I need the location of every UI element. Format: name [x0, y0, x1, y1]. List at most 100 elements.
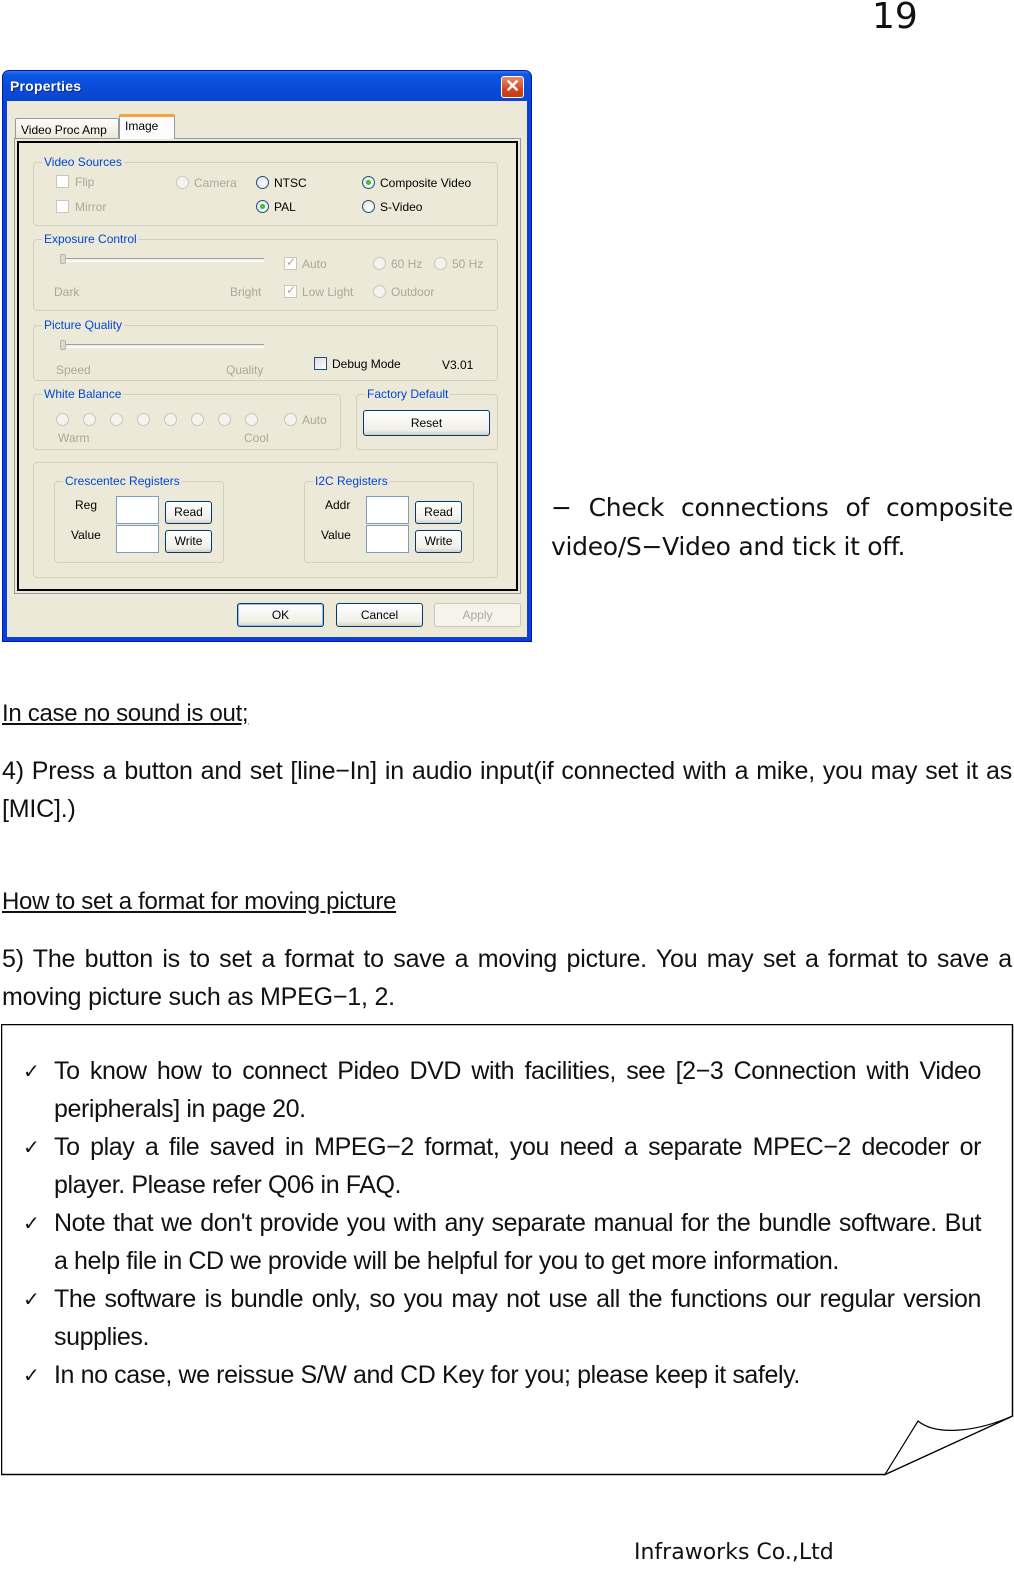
- 60hz-label: 60 Hz: [391, 257, 423, 271]
- i2c-registers-group: I2C Registers Addr Value Read Write: [304, 474, 474, 563]
- note-item: ✓ In no case, we reissue S/W and CD Key f…: [23, 1356, 981, 1394]
- crescentec-registers-label: Crescentec Registers: [63, 474, 182, 488]
- addr-label: Addr: [325, 498, 351, 512]
- note-item: ✓ To play a file saved in MPEG−2 format, …: [23, 1128, 981, 1204]
- dialog-client: Video Proc Amp Image Video Sources Flip …: [7, 101, 527, 637]
- dialog-titlebar[interactable]: Properties ✕: [3, 71, 531, 101]
- composite-video-radio[interactable]: [362, 176, 375, 189]
- checkmark-icon: ✓: [23, 1135, 40, 1159]
- close-button[interactable]: ✕: [501, 76, 524, 98]
- cool-label: Cool: [244, 431, 269, 445]
- factory-default-label: Factory Default: [365, 387, 451, 401]
- outdoor-label: Outdoor: [391, 285, 435, 299]
- camera-label: Camera: [194, 176, 237, 190]
- outdoor-radio[interactable]: [373, 285, 386, 298]
- crescentec-value-label: Value: [71, 528, 101, 542]
- reset-button[interactable]: Reset: [363, 410, 490, 436]
- note-text: In no case, we reissue S/W and CD Key fo…: [54, 1361, 800, 1389]
- exposure-control-group: Exposure Control Dark Bright ✓ Auto ✓ Lo…: [33, 232, 498, 311]
- flip-label: Flip: [75, 175, 95, 189]
- crescentec-value-input[interactable]: [116, 525, 159, 553]
- note-text: To know how to connect Pideo DVD with fa…: [54, 1057, 981, 1123]
- pal-radio[interactable]: [256, 200, 269, 213]
- apply-button[interactable]: Apply: [434, 603, 521, 627]
- exposure-control-label: Exposure Control: [42, 232, 139, 246]
- 50hz-radio[interactable]: [434, 257, 447, 270]
- debug-mode-checkbox[interactable]: [314, 357, 327, 370]
- picture-quality-group: Picture Quality Speed Quality Debug Mode…: [33, 318, 498, 381]
- note-item: ✓ The software is bundle only, so you may…: [23, 1280, 981, 1356]
- white-balance-level-radio[interactable]: [83, 413, 96, 426]
- auto-exposure-label: Auto: [302, 257, 327, 271]
- 50hz-label: 50 Hz: [452, 257, 484, 271]
- section-body-format: 5) The button is to set a format to save…: [2, 945, 1012, 1011]
- reg-label: Reg: [75, 498, 98, 512]
- white-balance-level-radio[interactable]: [245, 413, 258, 426]
- checkmark-icon: ✓: [23, 1287, 40, 1311]
- tab-video-proc-amp[interactable]: Video Proc Amp: [15, 118, 119, 138]
- note-text: To play a file saved in MPEG−2 format, y…: [54, 1133, 981, 1199]
- footer-company: Infraworks Co.,Ltd: [634, 1540, 834, 1565]
- white-balance-group: White Balance Auto Warm Cool: [33, 387, 341, 450]
- debug-mode-label: Debug Mode: [332, 357, 401, 371]
- i2c-write-button[interactable]: Write: [415, 530, 462, 553]
- white-balance-level-radio[interactable]: [137, 413, 150, 426]
- video-sources-label: Video Sources: [42, 155, 124, 169]
- exposure-slider[interactable]: [60, 258, 264, 262]
- speed-label: Speed: [56, 363, 91, 377]
- i2c-value-label: Value: [321, 528, 351, 542]
- composite-video-label: Composite Video: [380, 176, 472, 190]
- note-text: The software is bundle only, so you may …: [54, 1285, 981, 1351]
- mirror-checkbox[interactable]: [56, 200, 69, 213]
- s-video-radio[interactable]: [362, 200, 375, 213]
- quality-slider-thumb[interactable]: [60, 340, 66, 350]
- ntsc-label: NTSC: [274, 176, 307, 190]
- cancel-button[interactable]: Cancel: [336, 603, 423, 627]
- crescentec-write-button[interactable]: Write: [165, 530, 212, 553]
- note-item: ✓ To know how to connect Pideo DVD with f…: [23, 1052, 981, 1128]
- note-list: ✓ To know how to connect Pideo DVD with f…: [23, 1052, 981, 1394]
- checkmark-icon: ✓: [286, 255, 297, 269]
- radio-selected-dot: [366, 180, 371, 185]
- addr-input[interactable]: [366, 496, 409, 524]
- picture-quality-label: Picture Quality: [42, 318, 125, 332]
- checkmark-icon: ✓: [23, 1363, 40, 1387]
- close-icon: ✕: [504, 76, 521, 96]
- checkmark-icon: ✓: [23, 1059, 40, 1083]
- dialog-title: Properties: [10, 78, 82, 94]
- ntsc-radio[interactable]: [256, 176, 269, 189]
- white-balance-label: White Balance: [42, 387, 124, 401]
- crescentec-read-button[interactable]: Read: [165, 501, 212, 524]
- white-balance-level-radio[interactable]: [110, 413, 123, 426]
- quality-slider[interactable]: [60, 344, 264, 348]
- low-light-label: Low Light: [302, 285, 354, 299]
- white-balance-level-radio[interactable]: [191, 413, 204, 426]
- warm-label: Warm: [58, 431, 90, 445]
- i2c-read-button[interactable]: Read: [415, 501, 462, 524]
- flip-checkbox[interactable]: [56, 175, 69, 188]
- note-box: ✓ To know how to connect Pideo DVD with f…: [1, 1024, 1014, 1476]
- white-balance-level-radio[interactable]: [218, 413, 231, 426]
- reg-input[interactable]: [116, 496, 159, 524]
- ok-button[interactable]: OK: [237, 603, 324, 627]
- exposure-slider-thumb[interactable]: [60, 254, 66, 264]
- section-body-no-sound: 4) Press a button and set [line−In] in a…: [2, 757, 1012, 823]
- s-video-label: S-Video: [380, 200, 423, 214]
- version-label: V3.01: [442, 358, 474, 372]
- auto-exposure-checkbox[interactable]: ✓: [284, 255, 297, 270]
- tab-image[interactable]: Image: [119, 114, 175, 139]
- white-balance-auto-radio[interactable]: [284, 413, 297, 426]
- white-balance-level-radio[interactable]: [56, 413, 69, 426]
- camera-radio[interactable]: [176, 176, 189, 189]
- i2c-registers-label: I2C Registers: [313, 474, 390, 488]
- note-item: ✓ Note that we don't provide you with any…: [23, 1204, 981, 1280]
- side-note: − Check connections of composite video/S…: [551, 493, 1013, 561]
- i2c-value-input[interactable]: [366, 525, 409, 553]
- pal-label: PAL: [274, 200, 296, 214]
- white-balance-level-radio[interactable]: [164, 413, 177, 426]
- checkmark-icon: ✓: [286, 283, 297, 297]
- bright-label: Bright: [230, 285, 262, 299]
- low-light-checkbox[interactable]: ✓: [284, 283, 297, 298]
- 60hz-radio[interactable]: [373, 257, 386, 270]
- mirror-label: Mirror: [75, 200, 107, 214]
